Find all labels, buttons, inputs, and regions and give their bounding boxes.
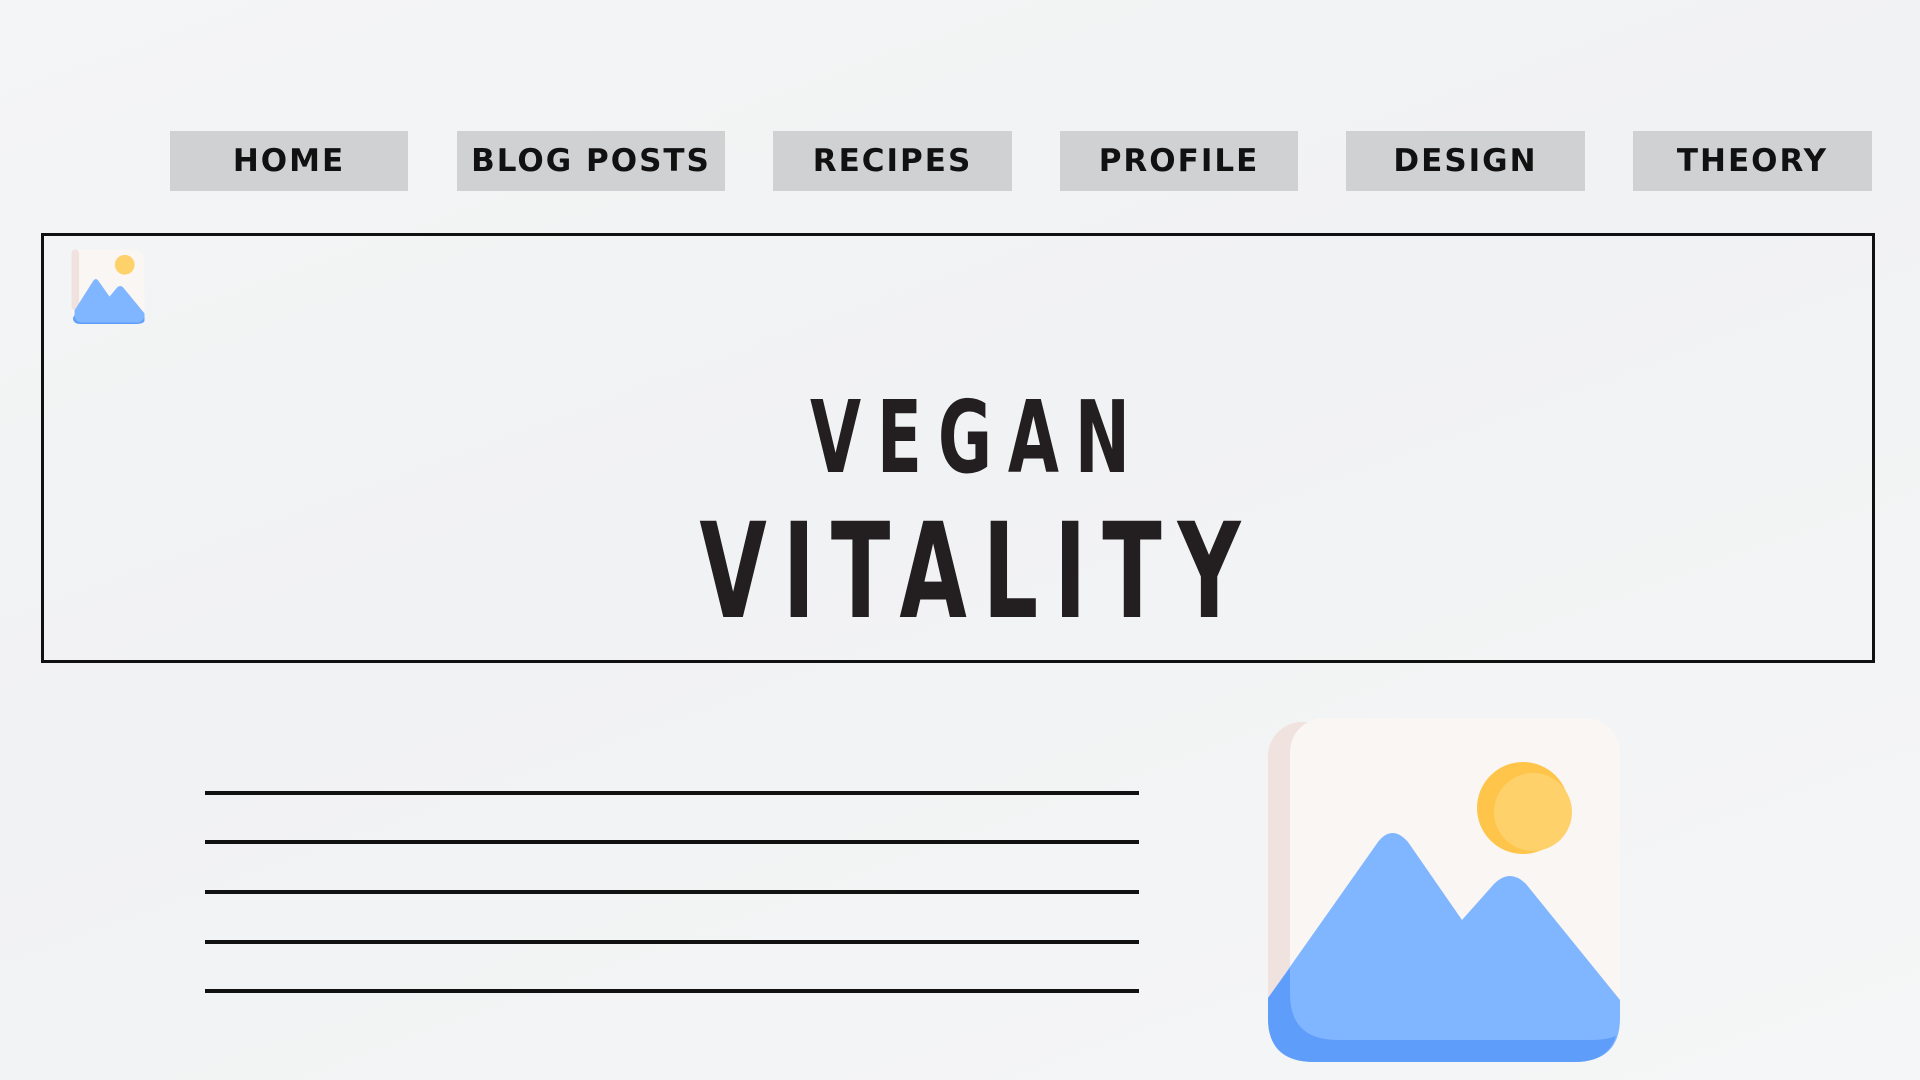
text-placeholder-line (205, 791, 1139, 795)
nav-theory-button[interactable]: THEORY (1633, 131, 1872, 191)
nav-home-button[interactable]: HOME (170, 131, 408, 191)
nav-design-button[interactable]: DESIGN (1346, 131, 1585, 191)
text-placeholder-line (205, 840, 1139, 844)
nav-recipes-button[interactable]: RECIPES (773, 131, 1012, 191)
image-placeholder-icon[interactable] (70, 248, 146, 324)
image-placeholder-icon[interactable] (1268, 718, 1620, 1062)
nav-blog-posts-button[interactable]: BLOG POSTS (457, 131, 725, 191)
text-placeholder-line (205, 940, 1139, 944)
text-placeholder-line (205, 989, 1139, 993)
hero-title-line1: VEGAN (809, 379, 1146, 496)
hero-title-line2: VITALITY (699, 495, 1257, 649)
nav-profile-button[interactable]: PROFILE (1060, 131, 1298, 191)
text-placeholder-line (205, 890, 1139, 894)
hero-banner: VEGAN VITALITY (41, 233, 1875, 663)
